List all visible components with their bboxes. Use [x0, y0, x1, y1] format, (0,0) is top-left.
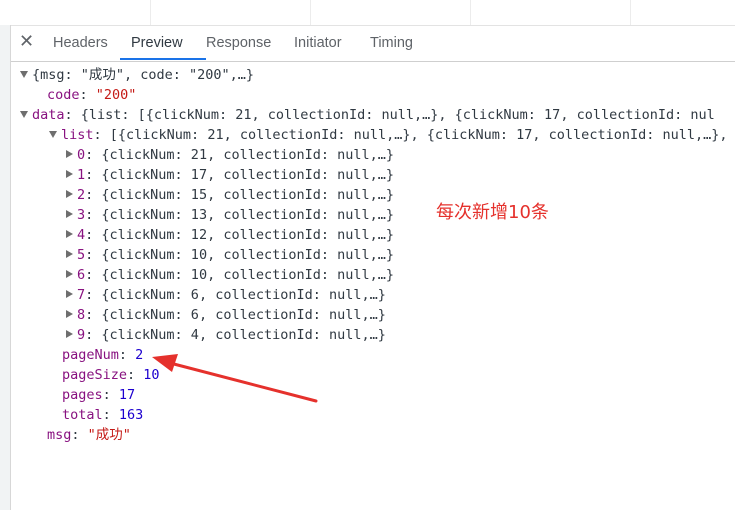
annotation-arrow-icon — [152, 354, 318, 403]
